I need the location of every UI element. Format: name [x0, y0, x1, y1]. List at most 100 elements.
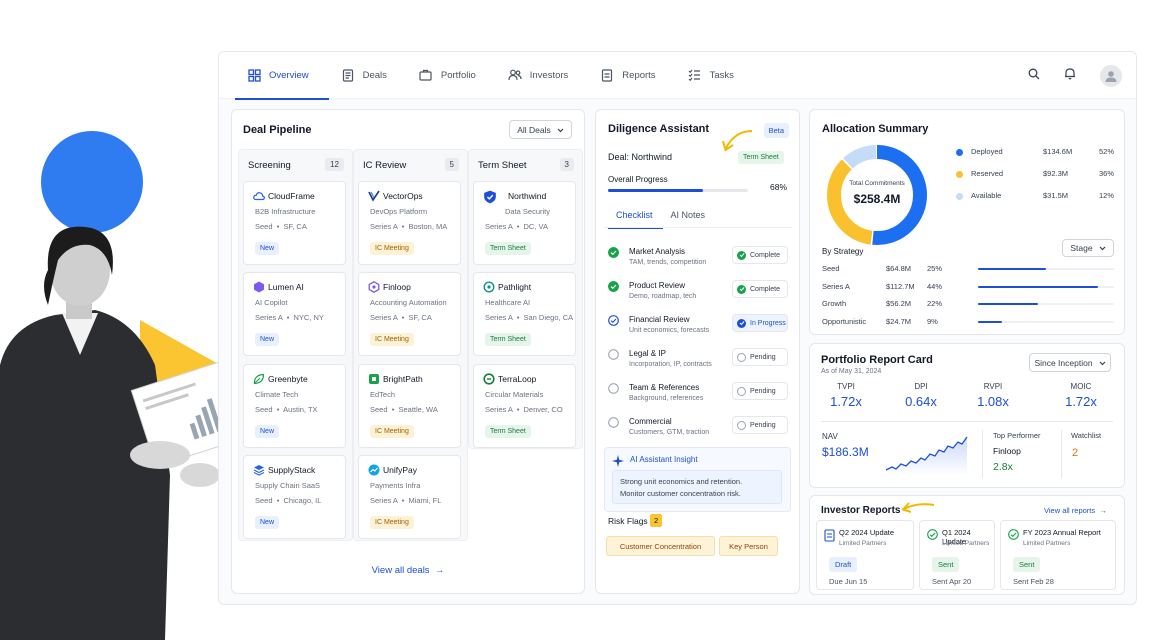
- checklist-item[interactable]: Product Review Demo, roadmap, tech Complet…: [608, 279, 788, 313]
- nav-value: $186.3M: [822, 445, 869, 459]
- diligence-tabs: Checklist AI Notes: [608, 210, 716, 229]
- checklist-subtitle: Incorporation, IP, contracts: [629, 361, 712, 368]
- deal-location: DC, VA: [523, 222, 548, 231]
- checklist-subtitle: Customers, GTM, traction: [629, 429, 710, 436]
- deal-card-unifypay[interactable]: UnifyPay Payments Infra Series A • Miami…: [358, 455, 461, 539]
- search-icon[interactable]: [1028, 67, 1040, 85]
- view-all-reports-link[interactable]: View all reports →: [1044, 506, 1107, 515]
- all-deals-dropdown[interactable]: All Deals: [509, 120, 572, 139]
- risk-tag: Key Person: [719, 536, 778, 556]
- legend-amount: $92.3M: [1043, 169, 1069, 178]
- status-pill: Pending: [732, 348, 788, 366]
- tab-portfolio[interactable]: Portfolio: [407, 52, 496, 99]
- vertical-divider: [982, 430, 983, 478]
- trend-logo-icon: [368, 464, 380, 476]
- tab-label: Deals: [362, 69, 387, 81]
- report-card[interactable]: Q1 2024 Update Limited Partners Sent Sent A…: [919, 520, 995, 590]
- grid-icon: [247, 68, 261, 82]
- status-pill: In Progress: [732, 314, 788, 332]
- deal-name: TerraLoop: [498, 374, 537, 384]
- deal-card-terraloop[interactable]: TerraLoop Circular Materials Series A • …: [473, 364, 576, 448]
- empty-circle-icon: [608, 417, 619, 428]
- deal-card-northwind[interactable]: Northwind Data Security Series A • DC, V…: [473, 181, 576, 265]
- strategy-bar-fill: [978, 320, 1003, 323]
- app-window: Overview Deals Portfolio Investors Repor…: [218, 51, 1137, 605]
- checklist-item[interactable]: Market Analysis TAM, trends, competition C…: [608, 245, 788, 279]
- deal-location: San Diego, CA: [523, 313, 574, 322]
- tab-deals[interactable]: Deals: [329, 52, 407, 99]
- strategy-bar-fill: [978, 285, 1098, 288]
- insight-line: Strong unit economics and retention.: [620, 477, 743, 486]
- tab-reports[interactable]: Reports: [588, 52, 675, 99]
- metric-tvpi: TVPI 1.72x: [811, 382, 881, 409]
- user-avatar[interactable]: [1100, 64, 1122, 87]
- chevron-down-icon: [1099, 243, 1106, 253]
- legend-amount: $134.6M: [1043, 147, 1073, 156]
- deal-card-lumen-ai[interactable]: Lumen AI AI Copilot Series A • NYC, NY N…: [243, 272, 346, 356]
- tab-checklist[interactable]: Checklist: [608, 210, 663, 229]
- view-all-deals-link[interactable]: View all deals →: [232, 565, 584, 576]
- legend-item: Reserved $92.3M 36%: [956, 169, 1114, 181]
- deal-card-supplystack[interactable]: SupplyStack Supply Chain SaaS Seed • Chi…: [243, 455, 346, 539]
- deal-stage: Seed: [370, 405, 388, 414]
- tab-overview[interactable]: Overview: [235, 52, 329, 100]
- deal-card-pathlight[interactable]: Pathlight Healthcare AI Series A • San D…: [473, 272, 576, 356]
- deal-name: Pathlight: [498, 282, 532, 292]
- status-pending-icon: [737, 420, 746, 430]
- metric-label: DPI: [914, 382, 928, 391]
- deal-location: Seattle, WA: [398, 405, 438, 414]
- legend-pct: 36%: [1098, 169, 1114, 178]
- strategy-pct: 9%: [927, 316, 938, 326]
- deal-stage: Series A: [370, 496, 398, 505]
- risk-tag: Customer Concentration: [606, 536, 715, 556]
- deal-location: Chicago, IL: [283, 496, 322, 505]
- checklist-item[interactable]: Financial Review Unit economics, forecast…: [608, 313, 788, 347]
- metric-value: 1.72x: [1065, 394, 1097, 409]
- donut-center-label: Total Commitments: [849, 180, 905, 187]
- deal-card-cloudframe[interactable]: CloudFrame B2B Infrastructure Seed • SF,…: [243, 181, 346, 265]
- deal-card-vectorops[interactable]: VectorOps DevOps Platform Series A • Bos…: [358, 181, 461, 265]
- since-inception-dropdown[interactable]: Since Inception: [1029, 353, 1111, 372]
- yellow-arrow-icon: [901, 502, 935, 513]
- deal-stage: Seed: [255, 496, 273, 505]
- metric-dpi: DPI 0.64x: [886, 382, 956, 409]
- stage-dropdown[interactable]: Stage: [1062, 239, 1114, 257]
- report-date: Sent Apr 20: [932, 577, 972, 586]
- tab-investors[interactable]: Investors: [496, 52, 589, 99]
- report-card[interactable]: FY 2023 Annual Report Limited Partners Sen…: [1000, 520, 1116, 590]
- cloud-logo-icon: [253, 192, 265, 201]
- check-circle-icon: [1008, 529, 1019, 540]
- tab-tasks[interactable]: Tasks: [676, 52, 754, 99]
- strategy-amount: $64.8M: [886, 264, 912, 273]
- checklist-item[interactable]: Team & References Background, references P…: [608, 381, 788, 415]
- dropdown-value: Stage: [1070, 243, 1093, 253]
- portfolio-report-card-panel: Portfolio Report Card As of May 31, 2024…: [809, 343, 1125, 488]
- bell-icon[interactable]: [1064, 67, 1076, 85]
- deal-sector: Circular Materials: [485, 390, 544, 399]
- strategy-amount: $112.7M: [886, 281, 915, 291]
- deal-stage: Series A: [485, 313, 513, 322]
- status-check-icon: [737, 284, 746, 294]
- deal-name: Northwind: [508, 191, 547, 201]
- column-count: 12: [325, 158, 344, 171]
- deal-sector: B2B Infrastructure: [255, 207, 316, 216]
- document-icon: [824, 529, 835, 542]
- checklist-item[interactable]: Commercial Customers, GTM, traction Pendin…: [608, 415, 788, 449]
- strategy-bar: [978, 303, 1114, 305]
- metric-value: 0.64x: [905, 394, 937, 409]
- status-label: Complete: [750, 251, 780, 259]
- deal-card-finloop[interactable]: Finloop Accounting Automation Series A •…: [358, 272, 461, 356]
- top-navigation: Overview Deals Portfolio Investors Repor…: [219, 52, 1136, 100]
- strategy-bar: [978, 285, 1114, 288]
- deal-card-brightpath[interactable]: BrightPath EdTech Seed • Seattle, WA IC …: [358, 364, 461, 448]
- strategy-bar-fill: [978, 303, 1038, 305]
- report-status-badge: Sent: [1013, 557, 1041, 572]
- panel-title: Deal Pipeline: [243, 124, 312, 136]
- deal-name: Greenbyte: [268, 374, 308, 384]
- deal-card-greenbyte[interactable]: Greenbyte Climate Tech Seed • Austin, TX…: [243, 364, 346, 448]
- tab-ai-notes[interactable]: AI Notes: [663, 210, 716, 228]
- checklist-item[interactable]: Legal & IP Incorporation, IP, contracts Pe…: [608, 347, 788, 381]
- deal-location: SF, CA: [283, 222, 307, 231]
- checklist-subtitle: Unit economics, forecasts: [629, 327, 710, 334]
- report-card[interactable]: Q2 2024 Update Limited Partners Draft Due J…: [816, 520, 914, 590]
